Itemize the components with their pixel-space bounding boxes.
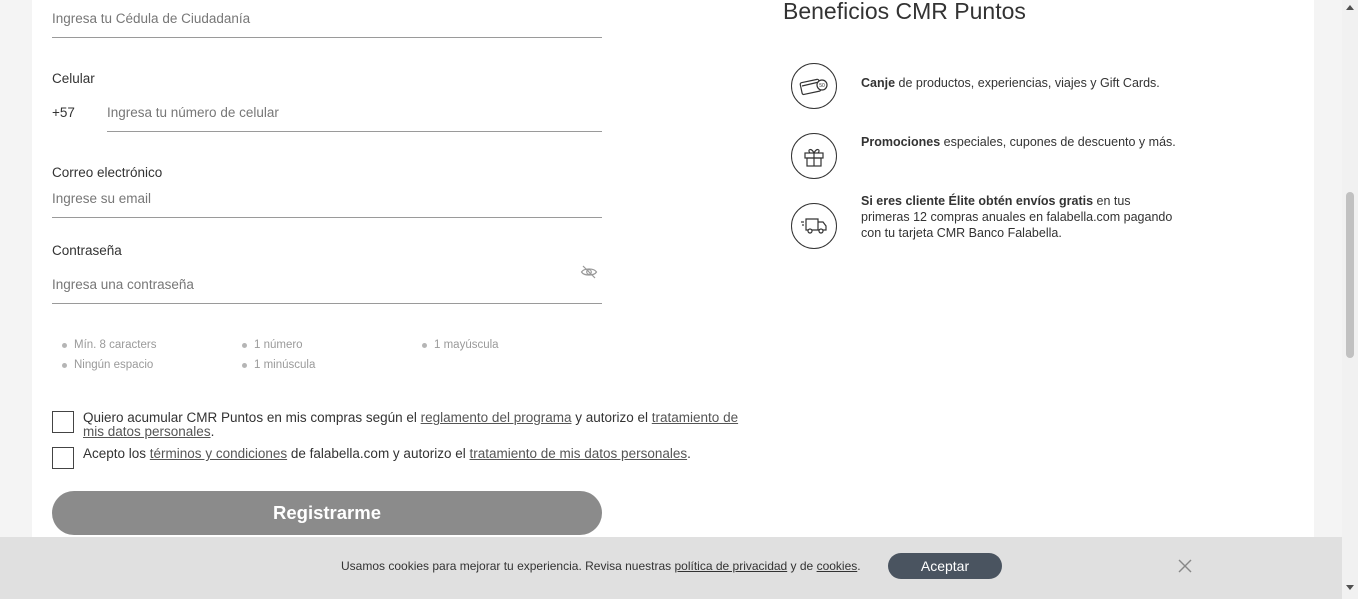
- cookie-text: Usamos cookies para mejorar tu experienc…: [341, 559, 861, 573]
- consent-cmr-row: Quiero acumular CMR Puntos en mis compra…: [52, 411, 752, 439]
- svg-text:50: 50: [819, 83, 825, 89]
- vertical-scrollbar[interactable]: [1342, 0, 1358, 599]
- id-number-field[interactable]: Ingresa tu Cédula de Ciudadanía: [52, 0, 602, 40]
- benefit-free-shipping: Si eres cliente Élite obtén envíos grati…: [861, 194, 1173, 240]
- email-field[interactable]: Ingrese su email: [52, 184, 602, 220]
- password-label: Contraseña: [52, 243, 122, 258]
- close-icon[interactable]: [1176, 557, 1194, 575]
- password-placeholder: Ingresa una contraseña: [52, 277, 194, 292]
- password-rule-uppercase: 1 mayúscula: [422, 339, 499, 351]
- card-coin-icon: 50: [791, 63, 837, 109]
- email-underline: [52, 217, 602, 218]
- password-rule-min-length: Mín. 8 caracters: [62, 339, 156, 351]
- consent-terms-row: Acepto los términos y condiciones de fal…: [52, 447, 752, 469]
- consent-cmr-text: Quiero acumular CMR Puntos en mis compra…: [83, 410, 739, 439]
- email-placeholder: Ingrese su email: [52, 191, 152, 206]
- id-number-underline: [52, 37, 602, 38]
- data-treatment-link-2[interactable]: tratamiento de mis datos personales: [469, 446, 687, 461]
- phone-placeholder: Ingresa tu número de celular: [107, 105, 279, 120]
- password-field[interactable]: Ingresa una contraseña: [52, 262, 602, 306]
- scroll-up-arrow-icon[interactable]: [1346, 5, 1354, 10]
- cookies-link[interactable]: cookies: [817, 559, 858, 573]
- register-button[interactable]: Registrarme: [52, 491, 602, 535]
- registration-page: Ingresa tu Cédula de Ciudadanía Celular …: [32, 0, 1314, 599]
- password-rule-number: 1 número: [242, 339, 303, 351]
- eye-hidden-icon[interactable]: [580, 265, 598, 279]
- consent-cmr-checkbox[interactable]: [52, 411, 74, 433]
- gift-icon: [791, 133, 837, 179]
- email-label: Correo electrónico: [52, 165, 163, 180]
- delivery-truck-icon: [791, 203, 837, 249]
- benefit-promotions: Promociones especiales, cupones de descu…: [861, 135, 1176, 149]
- phone-label: Celular: [52, 71, 95, 86]
- benefit-redeem: Canje de productos, experiencias, viajes…: [861, 76, 1160, 90]
- consent-terms-text: Acepto los términos y condiciones de fal…: [83, 446, 691, 461]
- accept-cookies-button[interactable]: Aceptar: [888, 553, 1002, 579]
- privacy-policy-link[interactable]: política de privacidad: [674, 559, 787, 573]
- program-rules-link[interactable]: reglamento del programa: [421, 410, 572, 425]
- password-underline: [52, 303, 602, 304]
- phone-underline: [107, 131, 602, 132]
- cookie-banner: Usamos cookies para mejorar tu experienc…: [0, 537, 1342, 599]
- password-rule-lowercase: 1 minúscula: [242, 359, 315, 371]
- scroll-down-arrow-icon[interactable]: [1346, 585, 1354, 590]
- consent-terms-checkbox[interactable]: [52, 447, 74, 469]
- id-number-placeholder: Ingresa tu Cédula de Ciudadanía: [52, 11, 251, 26]
- phone-field[interactable]: +57 Ingresa tu número de celular: [52, 95, 602, 135]
- scroll-thumb[interactable]: [1346, 192, 1354, 358]
- terms-link[interactable]: términos y condiciones: [150, 446, 287, 461]
- phone-prefix: +57: [52, 105, 75, 120]
- password-rule-no-space: Ningún espacio: [62, 359, 153, 371]
- benefits-title: Beneficios CMR Puntos: [783, 0, 1026, 24]
